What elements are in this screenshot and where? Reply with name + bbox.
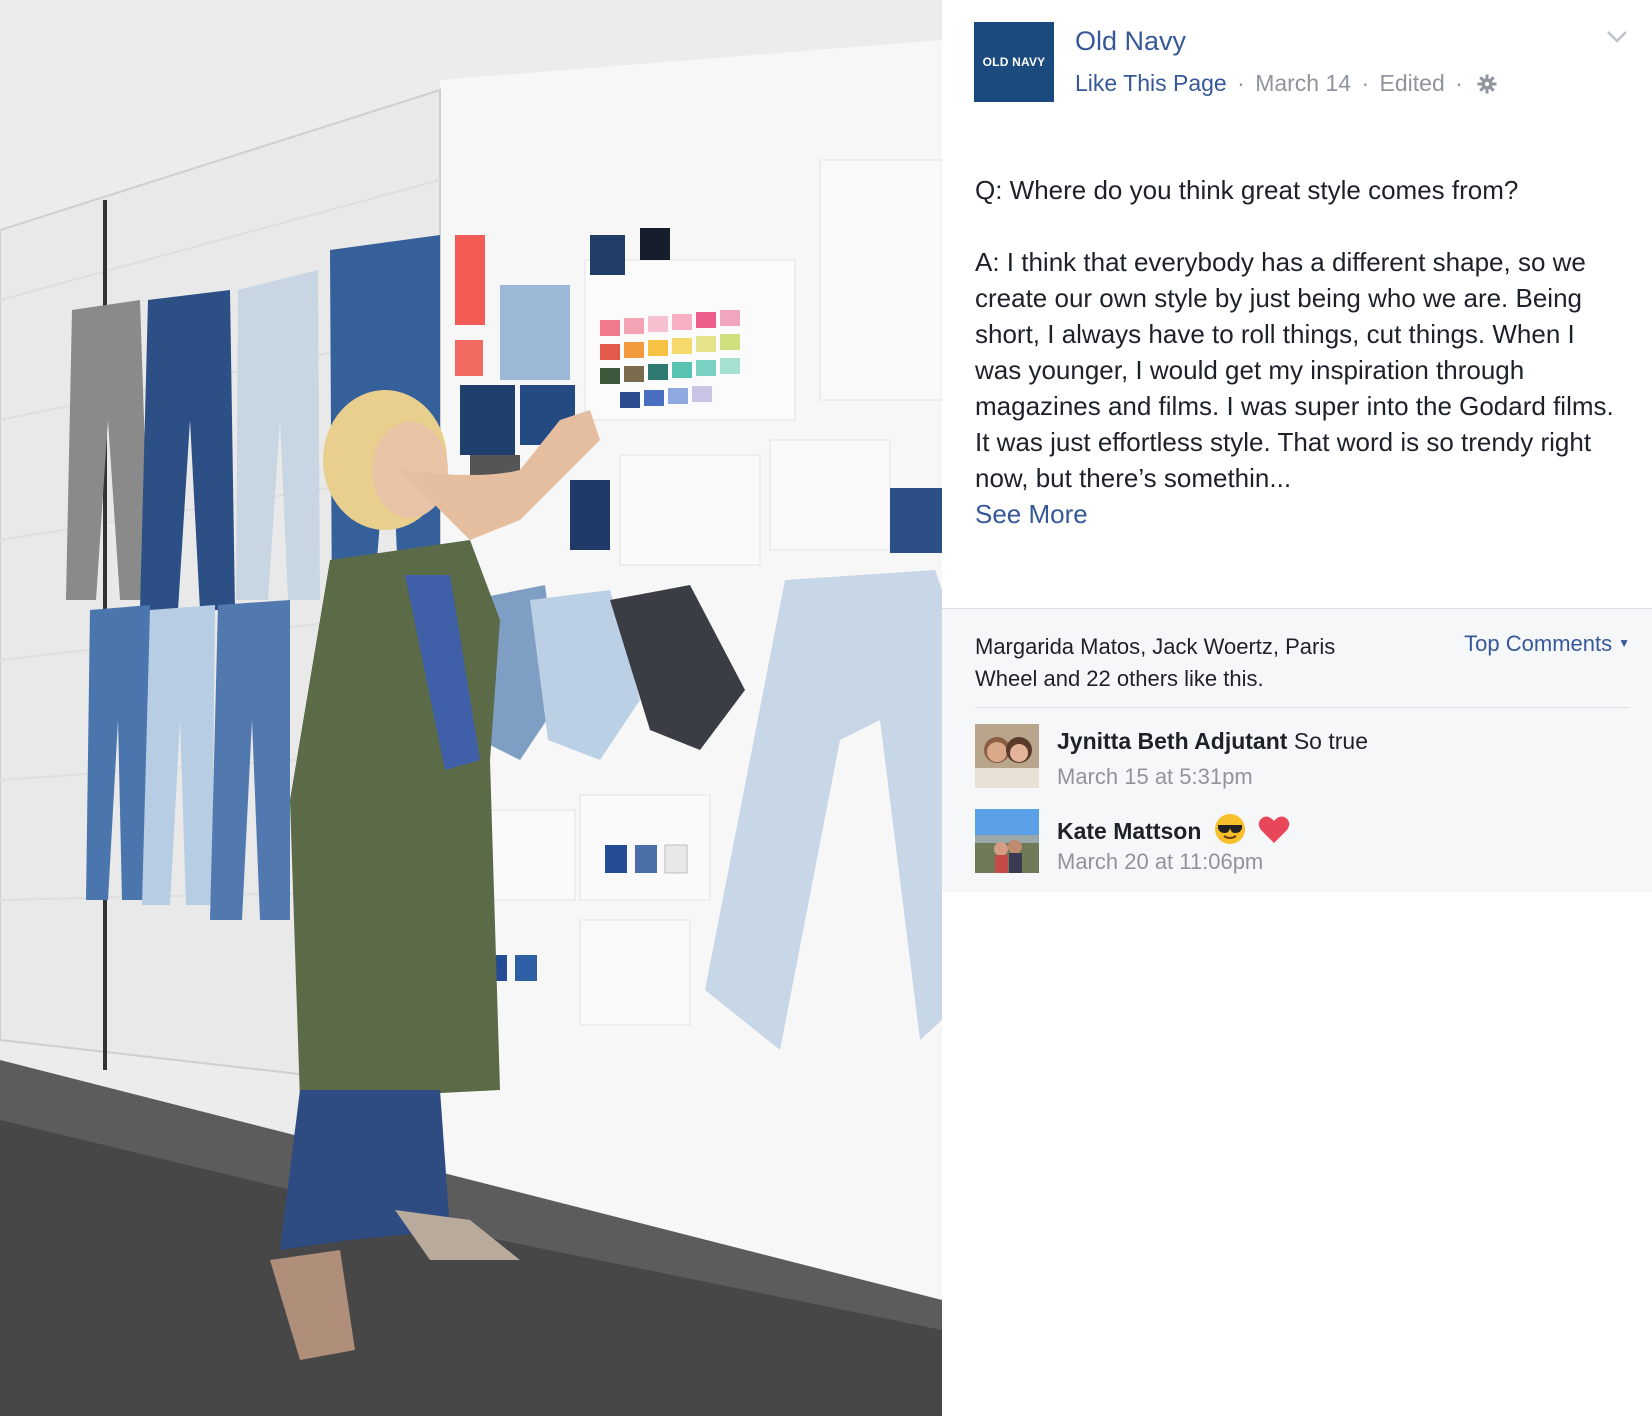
top-comments-label: Top Comments <box>1464 631 1613 656</box>
meta-separator: · <box>1455 70 1463 96</box>
comment: Kate Mattson March 20 at 11:06pm <box>975 809 1625 879</box>
post-header: OLD NAVY Old Navy Like This Page · March… <box>942 0 1652 130</box>
comment: Jynitta Beth Adjutant So true March 15 a… <box>975 724 1625 794</box>
like-page-link[interactable]: Like This Page <box>1075 70 1227 96</box>
pinned-shorts <box>470 585 745 760</box>
post-panel: OLD NAVY Old Navy Like This Page · March… <box>942 0 1652 1416</box>
edited-label[interactable]: Edited <box>1380 70 1445 96</box>
caret-down-icon: ▼ <box>1618 636 1630 650</box>
see-more-link[interactable]: See More <box>975 496 1625 532</box>
post-meta: Like This Page · March 14 · Edited · <box>1075 70 1497 100</box>
comment-timestamp[interactable]: March 15 at 5:31pm <box>1057 764 1253 790</box>
sunglasses-emoji-icon <box>1214 813 1246 851</box>
likes-summary[interactable]: Margarida Matos, Jack Woertz, Paris Whee… <box>975 631 1395 695</box>
top-comments-dropdown[interactable]: Top Comments ▼ <box>1464 631 1630 657</box>
comment-author-link[interactable]: Kate Mattson <box>1057 818 1201 844</box>
avatar[interactable] <box>975 809 1039 873</box>
comment-line: Jynitta Beth Adjutant So true <box>1057 728 1368 755</box>
avatar[interactable] <box>975 724 1039 788</box>
chevron-down-icon[interactable] <box>1606 30 1628 49</box>
ufi-section: Margarida Matos, Jack Woertz, Paris Whee… <box>942 608 1652 892</box>
comment-author-link[interactable]: Jynitta Beth Adjutant <box>1057 728 1287 754</box>
post-message: Q: Where do you think great style comes … <box>975 172 1625 532</box>
meta-separator: · <box>1237 70 1245 96</box>
divider <box>975 707 1630 708</box>
post-answer: A: I think that everybody has a differen… <box>975 247 1614 493</box>
page-avatar[interactable]: OLD NAVY <box>974 22 1054 102</box>
red-heart-emoji-icon <box>1258 815 1290 851</box>
post-date-link[interactable]: March 14 <box>1255 70 1351 96</box>
photo-illustration <box>0 0 942 1416</box>
comment-line: Kate Mattson <box>1057 813 1290 851</box>
page-logo-text: OLD NAVY <box>982 55 1046 69</box>
page-name-link[interactable]: Old Navy <box>1075 26 1186 57</box>
post-photo[interactable] <box>0 0 942 1416</box>
comment-text: So true <box>1293 728 1368 754</box>
meta-separator: · <box>1361 70 1370 96</box>
gear-icon[interactable] <box>1477 73 1497 100</box>
comment-timestamp[interactable]: March 20 at 11:06pm <box>1057 849 1263 875</box>
post-question: Q: Where do you think great style comes … <box>975 175 1519 205</box>
